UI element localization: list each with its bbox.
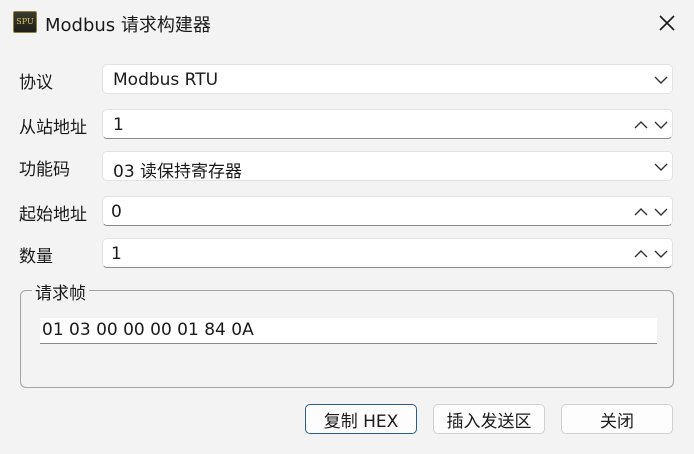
function-code-row: 功能码 03 读保持寄存器	[0, 151, 694, 183]
modbus-request-builder-dialog: SPU Modbus 请求构建器 协议 Modbus RTU 从站地址 1 功能…	[0, 0, 694, 454]
request-frame-field[interactable]: 01 03 00 00 00 01 84 0A	[40, 318, 657, 344]
close-icon	[659, 15, 675, 31]
slave-address-row: 从站地址 1	[0, 109, 694, 141]
app-icon: SPU	[13, 11, 37, 33]
request-frame-value: 01 03 00 00 00 01 84 0A	[42, 320, 254, 340]
chevron-up-icon[interactable]	[633, 117, 649, 133]
insert-send-area-button[interactable]: 插入发送区	[433, 404, 545, 434]
quantity-spinbox[interactable]: 1	[102, 238, 673, 268]
start-address-spinbox[interactable]: 0	[102, 196, 673, 226]
function-code-value: 03 读保持寄存器	[113, 162, 243, 182]
window-title: Modbus 请求构建器	[45, 15, 211, 36]
quantity-label: 数量	[19, 247, 53, 267]
function-code-label: 功能码	[19, 160, 70, 180]
chevron-down-icon	[654, 163, 668, 171]
slave-address-value: 1	[113, 115, 124, 135]
protocol-row: 协议 Modbus RTU	[0, 64, 694, 96]
title-bar: SPU Modbus 请求构建器	[0, 0, 694, 46]
chevron-down-icon	[654, 76, 668, 84]
close-dialog-button[interactable]: 关闭	[561, 404, 673, 434]
slave-address-spinbox[interactable]: 1	[102, 109, 673, 139]
chevron-down-icon[interactable]	[653, 117, 669, 133]
chevron-up-icon[interactable]	[633, 246, 649, 262]
protocol-label: 协议	[19, 73, 53, 93]
close-button[interactable]	[652, 8, 682, 38]
start-address-value: 0	[111, 202, 122, 222]
slave-address-label: 从站地址	[19, 118, 87, 138]
function-code-select[interactable]: 03 读保持寄存器	[102, 151, 673, 182]
request-frame-title: 请求帧	[32, 279, 89, 304]
copy-hex-button[interactable]: 复制 HEX	[305, 404, 417, 434]
protocol-select[interactable]: Modbus RTU	[102, 64, 673, 94]
chevron-up-icon[interactable]	[633, 204, 649, 220]
start-address-label: 起始地址	[19, 205, 87, 225]
protocol-value: Modbus RTU	[113, 70, 219, 90]
start-address-row: 起始地址 0	[0, 196, 694, 228]
chevron-down-icon[interactable]	[653, 246, 669, 262]
quantity-row: 数量 1	[0, 238, 694, 270]
chevron-down-icon[interactable]	[653, 204, 669, 220]
quantity-value: 1	[111, 244, 122, 264]
